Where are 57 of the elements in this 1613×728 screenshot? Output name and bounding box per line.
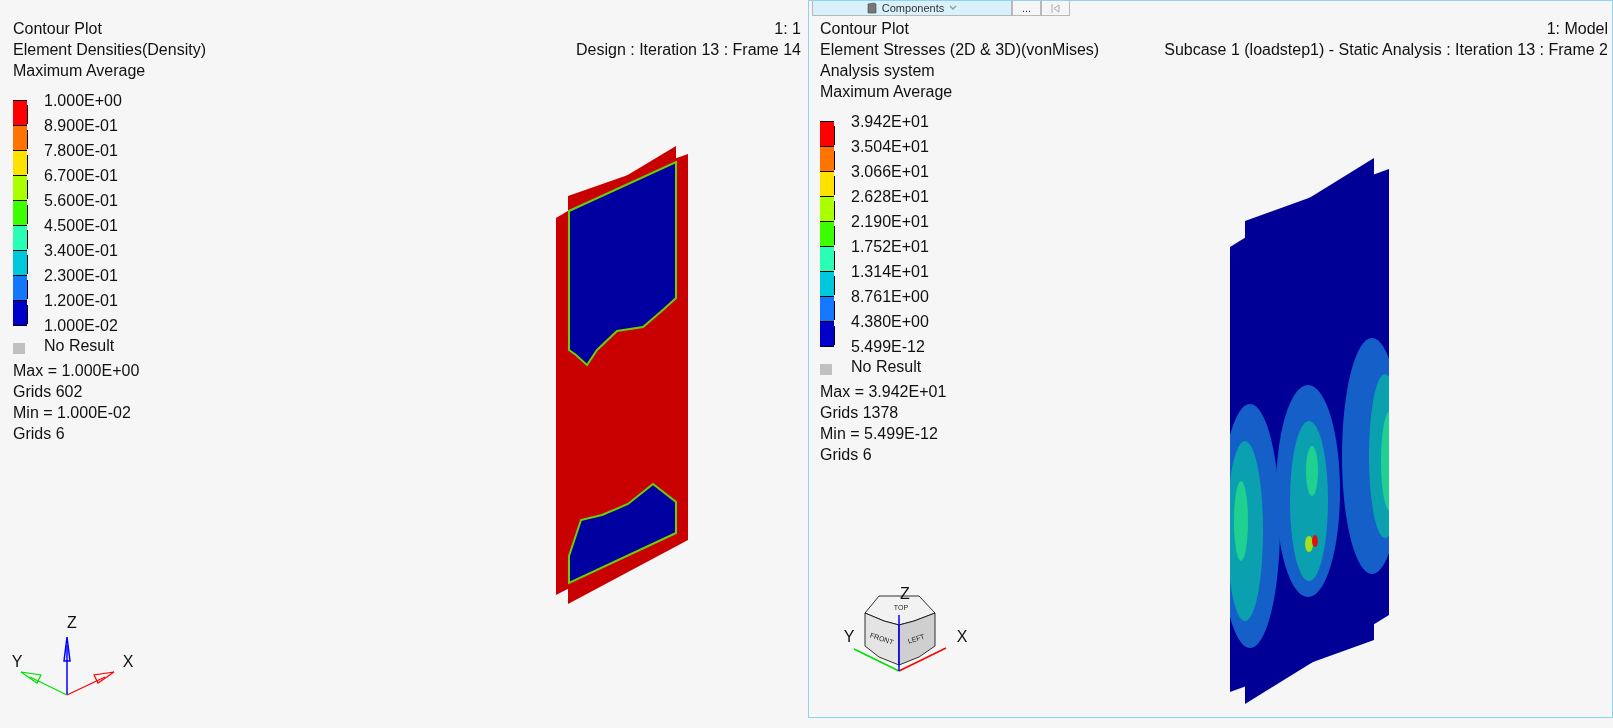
axis-label: Y (11, 653, 23, 670)
axis-label: Z (900, 585, 910, 602)
legend-title: Maximum Average (13, 61, 147, 81)
legend-value: 8.900E-01 (44, 116, 119, 136)
legend-value: 1.752E+01 (851, 237, 929, 257)
cylinder-icon (866, 2, 877, 14)
legend-value: 3.504E+01 (851, 137, 929, 157)
legend-value: 2.628E+01 (851, 187, 929, 207)
view-info: Design : Iteration 13 : Frame 14 (576, 40, 801, 60)
no-result-label: No Result (851, 357, 922, 376)
more-button[interactable]: ... (1012, 1, 1041, 16)
caret-icon (949, 5, 958, 11)
legend-value: 3.942E+01 (851, 112, 929, 132)
legend-value: 4.380E+00 (851, 312, 929, 332)
legend-value: 6.700E-01 (44, 166, 119, 186)
view-info: 1: 1 (773, 19, 801, 39)
axis-label: Y (843, 628, 855, 645)
no-result-label: No Result (44, 336, 115, 355)
legend-title: Contour Plot (13, 19, 103, 39)
legend-value: 3.400E-01 (44, 241, 119, 261)
legend-value: 1.000E+00 (44, 91, 122, 111)
legend-title: Analysis system (820, 61, 936, 81)
view-info: Subcase 1 (loadstep1) - Static Analysis : Iteration 13 : Frame 2 (1164, 40, 1608, 60)
components-dropdown[interactable]: Components (812, 1, 1012, 16)
legend-value: 3.066E+01 (851, 162, 929, 182)
legend-title: Element Stresses (2D & 3D)(vonMises) (820, 40, 1100, 60)
skip-back-icon (1051, 3, 1060, 13)
legend-value: 1.000E-02 (44, 316, 119, 336)
result-stat: Grids 602 (13, 382, 84, 402)
legend-value: 7.800E-01 (44, 141, 119, 161)
legend-value: 8.761E+00 (851, 287, 929, 307)
legend-value: 2.190E+01 (851, 212, 929, 232)
legend-value: 5.600E-01 (44, 191, 119, 211)
axis-label: Z (67, 614, 77, 631)
result-stat: Grids 1378 (820, 403, 900, 423)
legend-value: 2.300E-01 (44, 266, 119, 286)
x-axis-arrow (66, 671, 115, 696)
result-stat: Min = 1.000E-02 (13, 403, 132, 423)
legend-title: Maximum Average (820, 82, 954, 102)
result-stat: Max = 3.942E+01 (820, 382, 948, 402)
axis-label: X (956, 628, 968, 645)
legend-title: Contour Plot (820, 19, 910, 39)
view-info: 1: Model (1545, 19, 1608, 39)
legend-value: 5.499E-12 (851, 337, 926, 357)
axis-label: X (122, 653, 134, 670)
result-stat: Min = 5.499E-12 (820, 424, 939, 444)
result-stat: Grids 6 (820, 445, 873, 465)
legend-value: 1.200E-01 (44, 291, 119, 311)
result-stat: Grids 6 (13, 424, 66, 444)
legend-value: 1.314E+01 (851, 262, 929, 282)
y-axis-arrow (20, 671, 68, 696)
no-result-swatch (820, 363, 832, 375)
legend-value: 4.500E-01 (44, 216, 119, 236)
no-result-swatch (13, 342, 25, 354)
result-stat: Max = 1.000E+00 (13, 361, 141, 381)
z-axis-arrow (63, 636, 71, 696)
legend-title: Element Densities(Density) (13, 40, 206, 60)
